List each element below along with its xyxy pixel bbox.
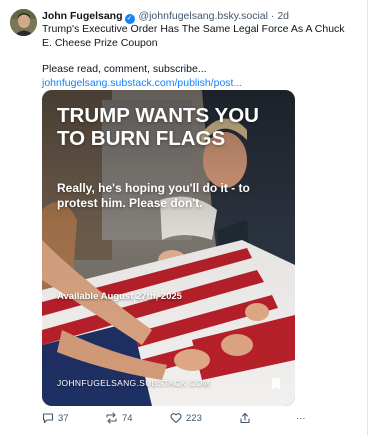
like-count: 223 — [186, 412, 202, 424]
repost-count: 74 — [122, 412, 133, 424]
author-name[interactable]: John Fugelsang — [42, 10, 123, 22]
like-icon — [170, 413, 182, 424]
like-button[interactable]: 223 — [170, 410, 202, 426]
reply-button[interactable]: 37 — [42, 410, 69, 426]
header-separator: · — [270, 10, 275, 22]
embedded-image-card[interactable]: TRUMP WANTS YOU TO BURN FLAGS Really, he… — [42, 90, 295, 406]
post-link[interactable]: johnfugelsang.substack.com/publish/post.… — [42, 77, 242, 89]
card-brand: JOHNFUGELSANG.SUBSTACK.COM — [57, 378, 211, 388]
author-avatar[interactable] — [10, 9, 37, 36]
post-header: John Fugelsang ✓ @johnfugelsang.bsky.soci… — [42, 9, 289, 24]
bookmark-icon — [272, 378, 280, 390]
post-body: Trump's Executive Order Has The Same Leg… — [42, 23, 352, 90]
repost-button[interactable]: 74 — [105, 410, 133, 426]
share-button[interactable] — [239, 410, 255, 426]
reply-icon — [42, 413, 54, 424]
post-text-line: Please read, comment, subscribe... — [42, 63, 207, 75]
repost-icon — [106, 412, 117, 424]
card-release-date: Available August 27th, 2025 — [57, 291, 182, 302]
post-action-bar: 37 74 223 ··· — [42, 410, 317, 426]
more-icon: ··· — [296, 412, 306, 424]
post-text-line: Trump's Executive Order Has The Same Leg… — [42, 23, 345, 49]
card-subheadline: Really, he's hoping you'll do it - to pr… — [57, 181, 250, 210]
card-headline: TRUMP WANTS YOU TO BURN FLAGS — [57, 104, 259, 150]
post-timestamp[interactable]: 2d — [277, 10, 289, 22]
reply-count: 37 — [58, 412, 69, 424]
feed-post[interactable]: John Fugelsang ✓ @johnfugelsang.bsky.soci… — [0, 0, 368, 435]
author-handle[interactable]: @johnfugelsang.bsky.social — [138, 10, 268, 22]
more-options-button[interactable]: ··· — [296, 410, 306, 426]
share-icon — [240, 412, 250, 424]
